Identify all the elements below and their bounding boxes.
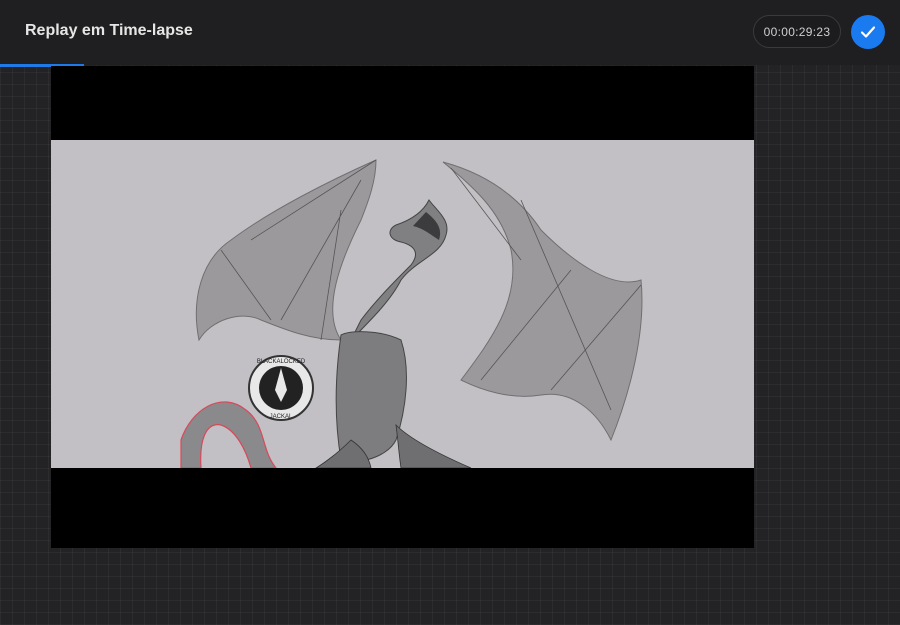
watermark-logo: BLACKALOCKED JACKAL xyxy=(248,355,314,421)
top-bar: Replay em Time-lapse 00:00:29:23 xyxy=(0,0,900,65)
page-title: Replay em Time-lapse xyxy=(25,22,193,39)
checkmark-icon xyxy=(860,26,876,38)
watermark-text-bottom: JACKAL xyxy=(270,414,293,420)
done-button[interactable] xyxy=(851,15,885,49)
timelapse-video[interactable]: BLACKALOCKED JACKAL xyxy=(51,66,754,548)
timecode-display: 00:00:29:23 xyxy=(753,15,841,48)
artwork-canvas: BLACKALOCKED JACKAL xyxy=(51,140,754,469)
dragon-sketch: BLACKALOCKED JACKAL xyxy=(180,159,643,469)
watermark-text-top: BLACKALOCKED xyxy=(257,359,306,365)
